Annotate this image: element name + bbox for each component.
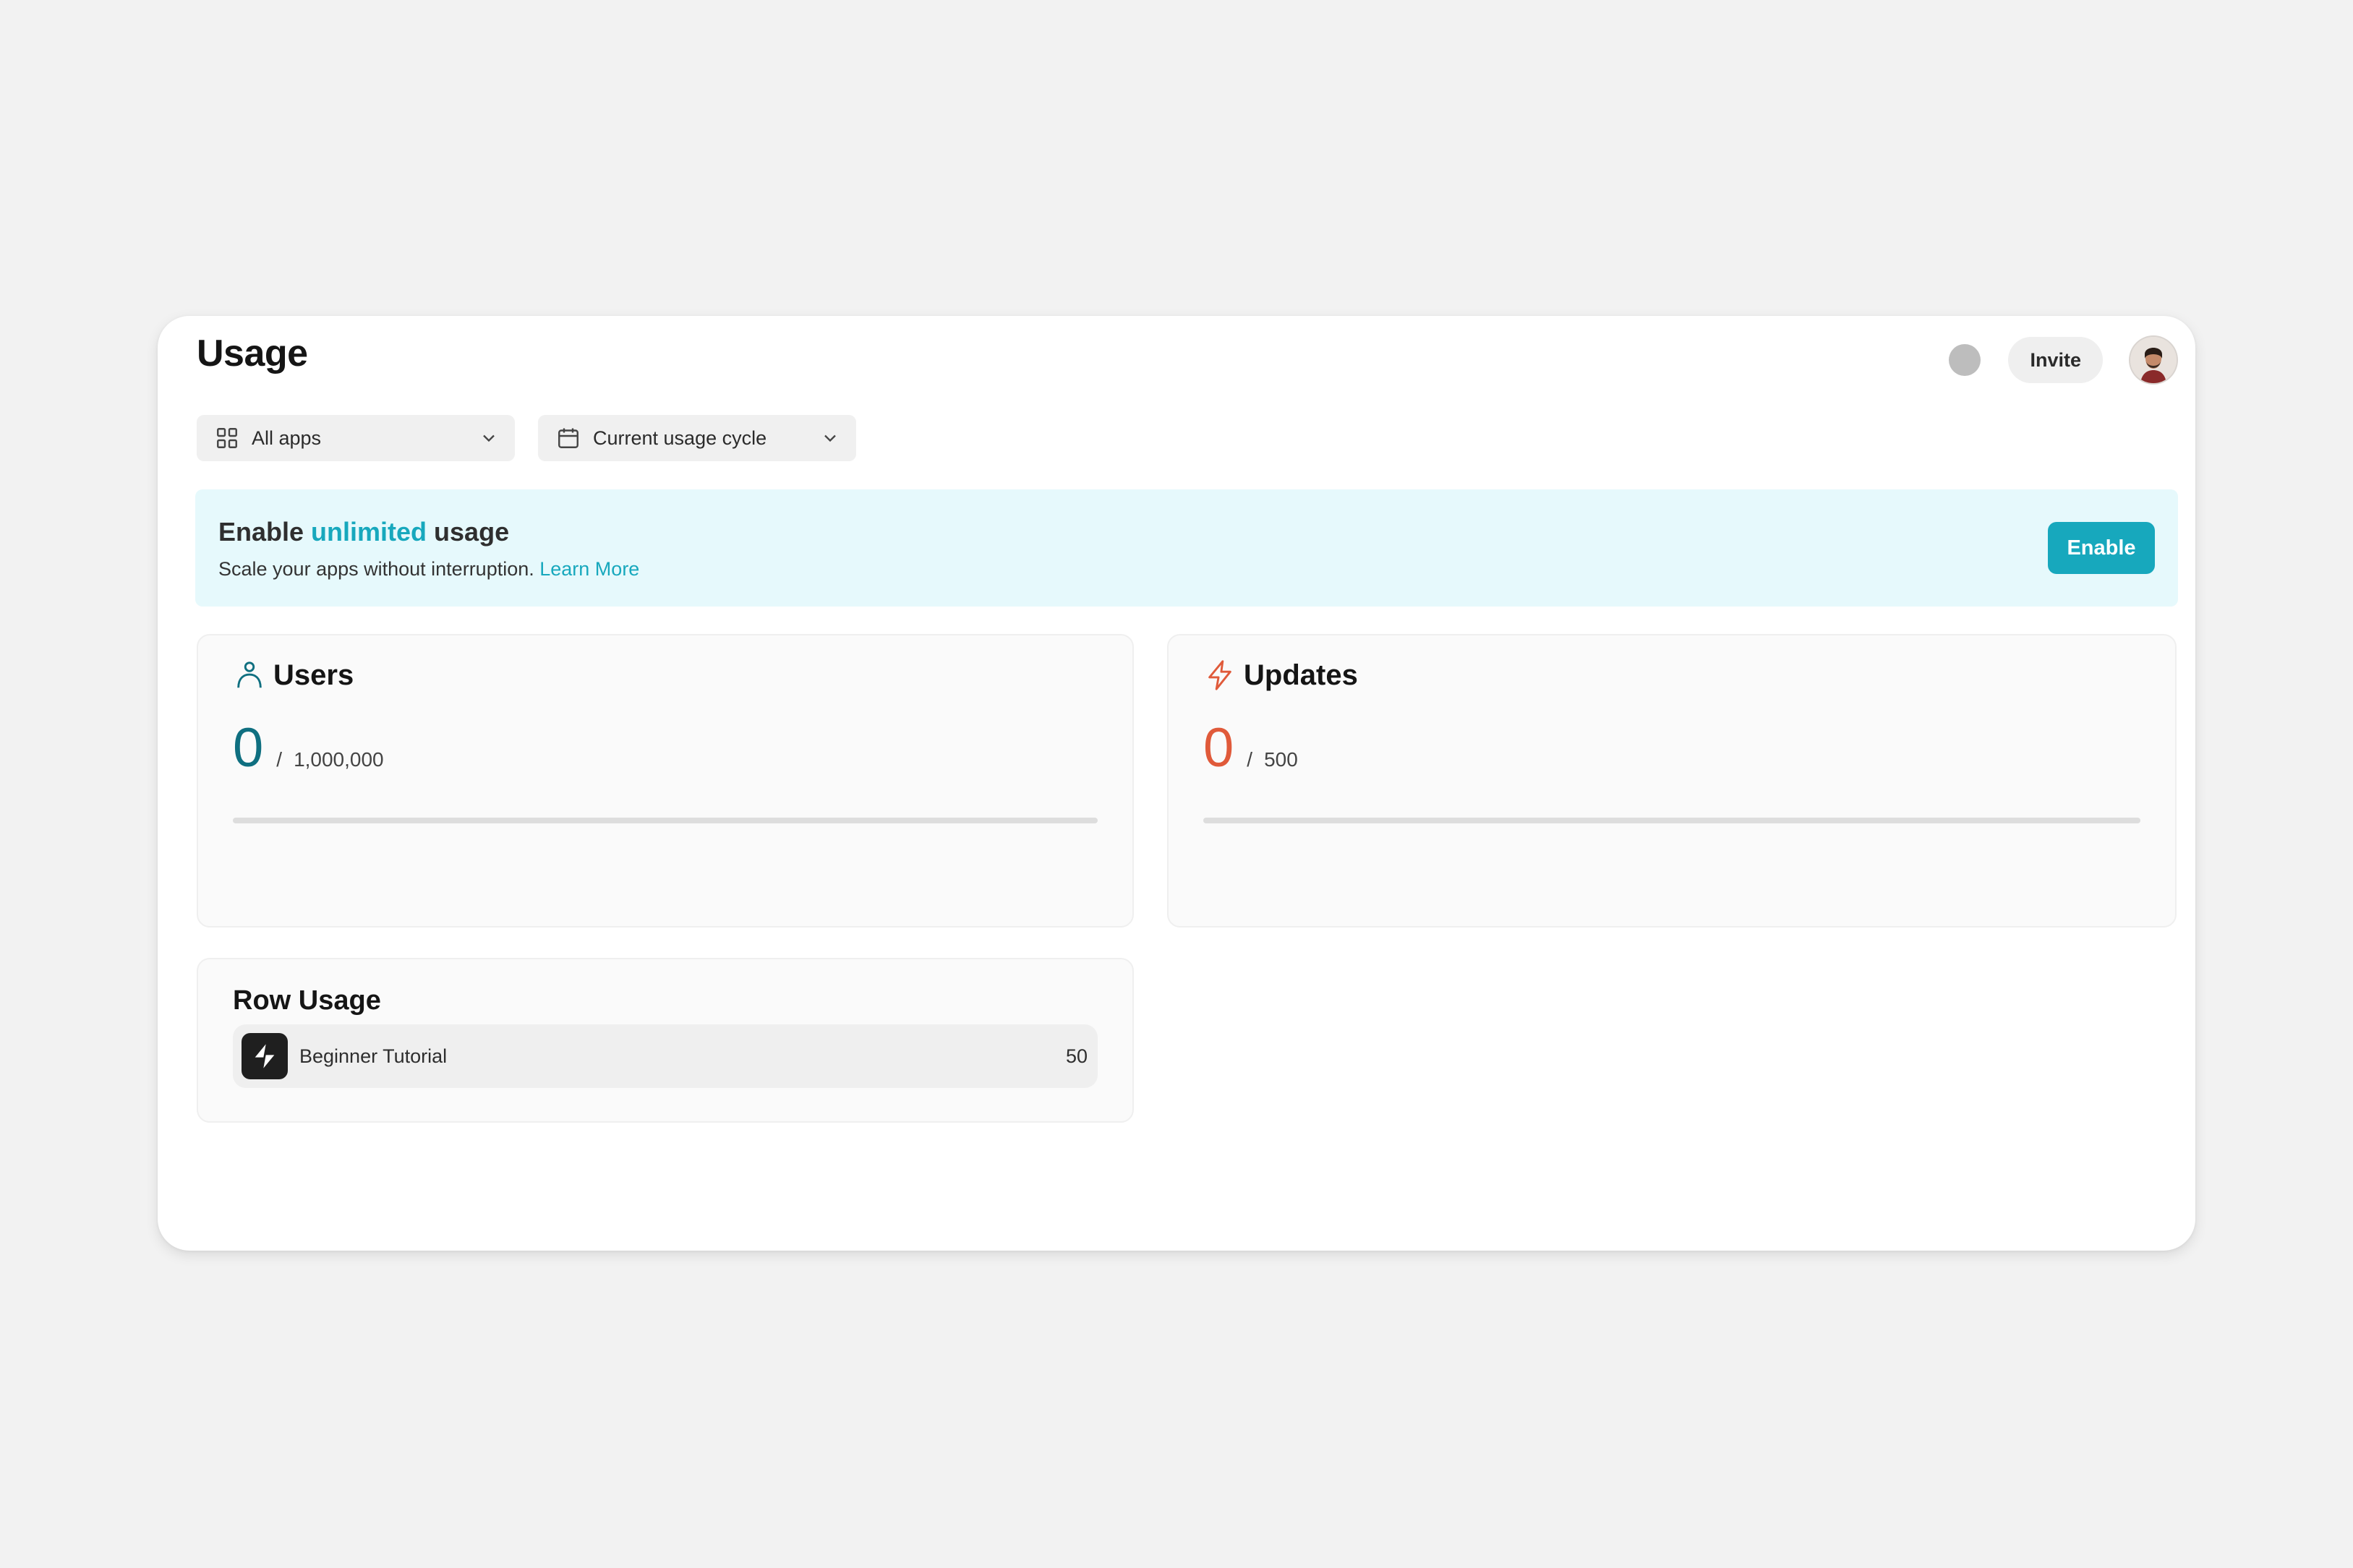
users-value: 0 bbox=[233, 717, 264, 779]
status-indicator[interactable] bbox=[1949, 344, 1981, 376]
avatar-portrait-icon bbox=[2130, 337, 2177, 383]
users-card-header: Users bbox=[233, 659, 354, 692]
chevron-down-icon bbox=[483, 434, 495, 442]
banner-subtitle-text: Scale your apps without interruption. bbox=[218, 558, 540, 580]
unlimited-usage-banner: Enable unlimited usage Scale your apps w… bbox=[195, 489, 2178, 607]
updates-limit: 500 bbox=[1264, 748, 1298, 771]
learn-more-link[interactable]: Learn More bbox=[539, 558, 639, 580]
list-item[interactable]: Beginner Tutorial 50 bbox=[233, 1024, 1098, 1088]
banner-title: Enable unlimited usage bbox=[218, 517, 509, 547]
updates-metric: 0 / 500 bbox=[1203, 721, 1298, 776]
users-progress-bar bbox=[233, 818, 1098, 823]
calendar-icon bbox=[558, 428, 578, 448]
usage-cycle-dropdown[interactable]: Current usage cycle bbox=[538, 415, 856, 461]
users-metric: 0 / 1,000,000 bbox=[233, 721, 384, 776]
filters-bar: All apps Current usage cycle bbox=[197, 415, 856, 461]
users-limit: 1,000,000 bbox=[294, 748, 384, 771]
updates-progress-bar bbox=[1203, 818, 2140, 823]
page-title: Usage bbox=[197, 333, 308, 374]
app-logo-icon bbox=[242, 1033, 288, 1079]
banner-title-accent: unlimited bbox=[311, 517, 427, 547]
avatar[interactable] bbox=[2130, 337, 2177, 383]
row-item-value: 50 bbox=[1065, 1045, 1088, 1067]
updates-card: Updates 0 / 500 bbox=[1167, 634, 2177, 927]
enable-button[interactable]: Enable bbox=[2048, 522, 2155, 574]
row-item-name: Beginner Tutorial bbox=[299, 1045, 448, 1067]
usage-window: Usage Invite All apps Current usage cycl… bbox=[158, 316, 2195, 1251]
users-card: Users 0 / 1,000,000 bbox=[197, 634, 1134, 927]
apps-dropdown[interactable]: All apps bbox=[197, 415, 515, 461]
updates-separator: / bbox=[1247, 748, 1253, 771]
row-usage-card: Row Usage Beginner Tutorial 50 bbox=[197, 958, 1134, 1123]
updates-value: 0 bbox=[1203, 717, 1234, 779]
app-logo-glyph-icon bbox=[255, 1044, 275, 1068]
banner-title-suffix: usage bbox=[427, 517, 510, 547]
row-usage-title: Row Usage bbox=[233, 985, 381, 1016]
updates-card-title: Updates bbox=[1244, 659, 1358, 691]
banner-title-prefix: Enable bbox=[218, 517, 312, 547]
topbar-actions: Invite bbox=[1949, 336, 2177, 384]
lightning-icon bbox=[1208, 660, 1231, 690]
usage-cycle-value: Current usage cycle bbox=[593, 427, 767, 449]
users-card-title: Users bbox=[273, 659, 354, 691]
invite-button[interactable]: Invite bbox=[2008, 337, 2103, 383]
users-separator: / bbox=[276, 748, 283, 771]
apps-dropdown-value: All apps bbox=[252, 427, 322, 449]
updates-card-header: Updates bbox=[1203, 659, 1358, 692]
chevron-down-icon bbox=[824, 434, 836, 442]
user-icon bbox=[237, 661, 262, 688]
banner-subtitle: Scale your apps without interruption. Le… bbox=[218, 558, 639, 580]
grid-icon bbox=[217, 428, 237, 448]
